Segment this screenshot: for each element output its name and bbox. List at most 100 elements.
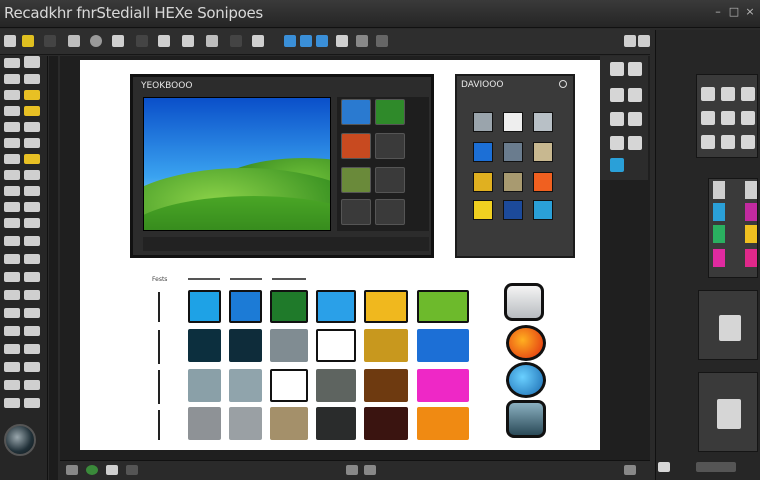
color-cell[interactable] [316,369,356,402]
toolbar-button[interactable] [90,35,102,47]
tool-button[interactable] [4,272,20,282]
toolbar-button[interactable] [44,35,56,47]
toolbar-button[interactable] [22,35,34,47]
tool-button[interactable] [24,154,40,164]
tool-button[interactable] [610,62,624,76]
tool-button[interactable] [4,218,20,228]
panel-icon[interactable] [741,135,755,149]
tool-button[interactable] [24,218,40,228]
color-cell[interactable] [270,369,308,402]
panel-icon[interactable] [721,135,735,149]
toolbar-button[interactable] [300,35,312,47]
tool-button[interactable] [4,122,20,132]
color-cell[interactable] [270,329,308,362]
panel-icon[interactable] [741,111,755,125]
panel-icon[interactable] [701,87,715,101]
thumbnail[interactable] [375,167,405,193]
tool-button[interactable] [4,58,20,68]
maximize-icon[interactable]: □ [728,6,740,18]
tool-button[interactable] [24,138,40,148]
color-cell[interactable] [364,407,408,440]
color-cell[interactable] [316,329,356,362]
tool-button[interactable] [4,154,20,164]
swatch[interactable] [533,172,553,192]
toolbar-button[interactable] [136,35,148,47]
color-cell[interactable] [417,290,469,323]
color-cell[interactable] [229,329,262,362]
tool-button[interactable] [24,380,40,390]
color-cell[interactable] [188,329,221,362]
color-cell[interactable] [188,407,221,440]
close-icon[interactable] [559,80,567,88]
color-cell[interactable] [417,369,469,402]
tool-button[interactable] [4,308,20,318]
panel-button[interactable] [658,462,670,472]
circle-button-icon[interactable] [506,362,546,398]
thumbnail[interactable] [375,133,405,159]
tool-button[interactable] [24,202,40,212]
color-swatch[interactable] [745,203,757,221]
thumbnail[interactable] [341,167,371,193]
tool-button[interactable] [4,202,20,212]
swatch[interactable] [473,142,493,162]
tool-button[interactable] [4,362,20,372]
toolbar-button[interactable] [624,35,636,47]
tool-button[interactable] [24,398,40,408]
toolbar-button[interactable] [284,35,296,47]
swatch[interactable] [473,200,493,220]
tool-button[interactable] [24,272,40,282]
tool-button[interactable] [24,90,40,100]
color-swatch[interactable] [713,249,725,267]
color-cell[interactable] [417,329,469,362]
circle-button-icon[interactable] [506,325,546,361]
color-swatch[interactable] [713,203,725,221]
tool-button[interactable] [610,158,624,172]
panel-button[interactable] [696,462,736,472]
color-swatch[interactable] [745,181,757,199]
minimize-icon[interactable]: – [712,6,724,18]
panel-icon[interactable] [719,315,741,341]
status-button[interactable] [364,465,376,475]
close-icon[interactable]: × [744,6,756,18]
swatch[interactable] [503,200,523,220]
color-cell[interactable] [270,407,308,440]
tool-button[interactable] [610,112,624,126]
swatch[interactable] [503,112,523,132]
color-swatch[interactable] [745,225,757,243]
color-cell[interactable] [229,290,262,323]
tool-button[interactable] [24,344,40,354]
status-button[interactable] [106,465,118,475]
tool-button[interactable] [628,112,642,126]
toolbar-button[interactable] [68,35,80,47]
toolbar-button[interactable] [206,35,218,47]
tool-button[interactable] [628,62,642,76]
tool-button[interactable] [628,136,642,150]
tool-button[interactable] [628,88,642,102]
tool-button[interactable] [24,254,40,264]
toolbar-button[interactable] [376,35,388,47]
color-swatch[interactable] [713,181,725,199]
thumbnail[interactable] [341,133,371,159]
tool-button[interactable] [24,122,40,132]
toolbar-button[interactable] [4,35,16,47]
tool-button[interactable] [4,186,20,196]
tool-button[interactable] [24,236,40,246]
swatch[interactable] [533,142,553,162]
panel-icon[interactable] [717,399,741,429]
tool-button[interactable] [24,326,40,336]
swatch[interactable] [533,112,553,132]
tool-button[interactable] [4,398,20,408]
toolbar-button[interactable] [336,35,348,47]
tool-button[interactable] [4,290,20,300]
toolbar-button[interactable] [638,35,650,47]
color-cell[interactable] [316,290,356,323]
swatch[interactable] [473,112,493,132]
color-cell[interactable] [188,290,221,323]
tool-button[interactable] [4,106,20,116]
tool-button[interactable] [24,106,40,116]
color-cell[interactable] [364,329,408,362]
color-cell[interactable] [364,369,408,402]
tool-button[interactable] [24,74,40,84]
tool-button[interactable] [610,136,624,150]
square-button[interactable] [504,283,544,321]
